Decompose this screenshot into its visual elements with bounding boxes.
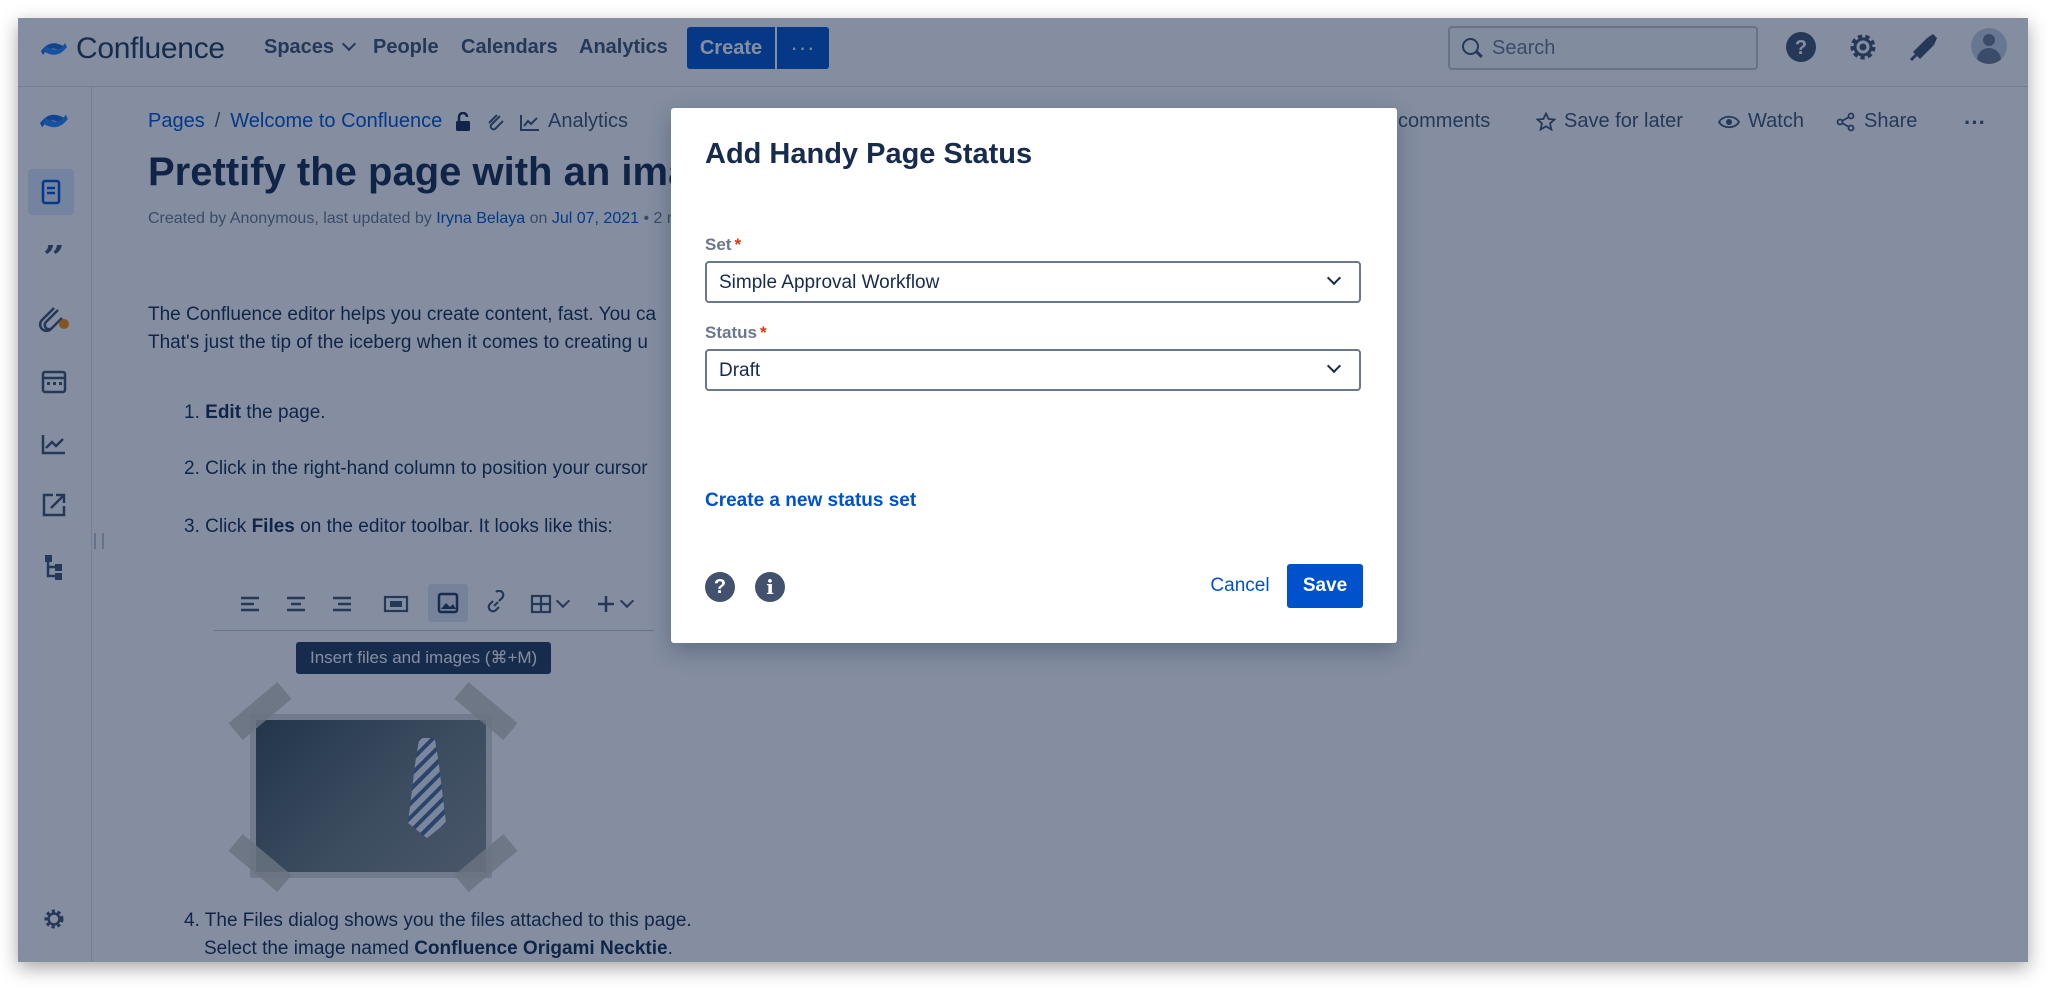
- required-marker: *: [734, 235, 742, 254]
- status-label: Status *: [705, 323, 767, 343]
- cancel-button[interactable]: Cancel: [1205, 564, 1275, 608]
- status-select-value: Draft: [719, 360, 761, 381]
- dialog-title: Add Handy Page Status: [705, 138, 1033, 170]
- status-label-text: Status: [705, 323, 757, 342]
- help-icon[interactable]: ?: [705, 572, 735, 602]
- set-label-text: Set: [705, 235, 732, 254]
- chevron-down-icon: [1326, 270, 1342, 286]
- info-icon[interactable]: i: [755, 572, 785, 602]
- add-page-status-dialog: Add Handy Page Status Set * Simple Approv…: [671, 108, 1397, 643]
- set-select-value: Simple Approval Workflow: [719, 272, 940, 293]
- chevron-down-icon: [1326, 358, 1342, 374]
- save-button[interactable]: Save: [1287, 564, 1363, 608]
- status-select[interactable]: Draft: [705, 349, 1361, 391]
- set-label: Set *: [705, 235, 741, 255]
- set-select[interactable]: Simple Approval Workflow: [705, 261, 1361, 303]
- create-status-set-link[interactable]: Create a new status set: [705, 490, 916, 512]
- required-marker: *: [759, 323, 767, 342]
- browser-frame: Confluence Spaces People Calendars Analy…: [18, 18, 2028, 962]
